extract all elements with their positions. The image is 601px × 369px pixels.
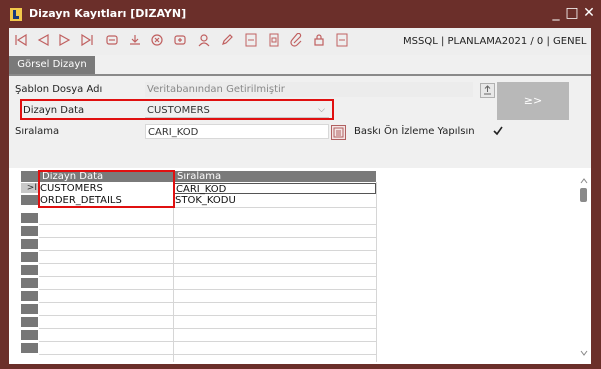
app-logo-icon [10, 8, 22, 21]
row-indicator [21, 226, 38, 236]
grid-corner [21, 171, 38, 182]
client-area: MSSQL | PLANLAMA2021 / 0 | GENEL Görsel … [9, 28, 591, 364]
lock-icon[interactable] [311, 32, 327, 50]
baski-checkbox[interactable] [492, 125, 504, 140]
scroll-down-icon[interactable] [579, 348, 589, 358]
row-indicator-current[interactable]: >I [21, 183, 38, 193]
close-button[interactable]: ✕ [580, 4, 598, 22]
grid-divider [39, 289, 376, 290]
grid-divider [39, 250, 376, 251]
grid-divider [376, 182, 377, 362]
connection-info: MSSQL | PLANLAMA2021 / 0 | GENEL [403, 36, 587, 47]
tab-gorsel-dizayn[interactable]: Görsel Dizayn [9, 56, 95, 74]
document-icon[interactable] [266, 32, 282, 50]
user-icon[interactable] [196, 32, 212, 50]
title-bar[interactable]: Dizayn Kayıtları [DIZAYN] _ □ ✕ [0, 0, 601, 28]
scroll-up-icon[interactable] [579, 176, 589, 186]
table-cell-siralama[interactable]: CARI_KOD [174, 183, 376, 195]
first-record-icon[interactable] [13, 32, 29, 50]
grid-divider [39, 237, 376, 238]
row-indicator[interactable] [21, 195, 38, 205]
row-indicator [21, 304, 38, 314]
grid-divider [173, 182, 174, 362]
go-button[interactable]: ≥> [497, 82, 569, 120]
grid-divider [39, 224, 376, 225]
maximize-button[interactable]: □ [563, 4, 581, 22]
highlight-dizayn-data [20, 99, 334, 120]
grid-divider [39, 341, 376, 342]
siralama-input[interactable]: CARI_KOD [145, 124, 329, 139]
new-record-icon[interactable] [172, 32, 188, 50]
grid-divider [39, 302, 376, 303]
scrollbar-thumb[interactable] [580, 188, 587, 202]
row-indicator [21, 330, 38, 340]
last-record-icon[interactable] [79, 32, 95, 50]
window-title: Dizayn Kayıtları [DIZAYN] [29, 7, 187, 20]
edit-pencil-icon[interactable] [219, 32, 235, 50]
app-window: Dizayn Kayıtları [DIZAYN] _ □ ✕ MSSQL | … [0, 0, 601, 369]
grid-divider [39, 315, 376, 316]
table-cell-siralama[interactable]: STOK_KODU [174, 195, 376, 206]
download-icon[interactable] [127, 32, 143, 50]
row-indicator [21, 252, 38, 262]
tab-divider [9, 74, 591, 76]
row-indicator [21, 343, 38, 353]
row-indicator [21, 213, 38, 223]
grid-divider [39, 263, 376, 264]
row-indicator [21, 291, 38, 301]
sablon-label: Şablon Dosya Adı [15, 84, 103, 95]
next-record-icon[interactable] [57, 32, 73, 50]
grid-divider [39, 276, 376, 277]
grid-divider [39, 328, 376, 329]
row-indicator [21, 239, 38, 249]
log-icon[interactable] [243, 32, 259, 50]
sort-picker-icon[interactable] [331, 125, 346, 140]
row-indicator [21, 265, 38, 275]
records-grid: Dizayn Data Sıralama >I CUSTOMERS CARI_K… [9, 168, 591, 364]
toolbar: MSSQL | PLANLAMA2021 / 0 | GENEL [9, 28, 591, 55]
row-indicator [21, 317, 38, 327]
column-header-siralama[interactable]: Sıralama [174, 171, 376, 182]
upload-icon[interactable] [480, 83, 495, 98]
baski-label: Baskı Ön İzleme Yapılsın [354, 126, 475, 137]
highlight-grid-column [38, 170, 175, 208]
grid-divider [39, 354, 376, 355]
cancel-icon[interactable] [149, 32, 165, 50]
siralama-label: Sıralama [15, 126, 60, 137]
prev-record-icon[interactable] [35, 32, 51, 50]
save-icon[interactable] [104, 32, 120, 50]
xls-icon[interactable] [334, 32, 350, 50]
row-indicator [21, 278, 38, 288]
sablon-field: Veritabanından Getirilmiştir [145, 82, 473, 97]
attach-icon[interactable] [289, 32, 305, 50]
